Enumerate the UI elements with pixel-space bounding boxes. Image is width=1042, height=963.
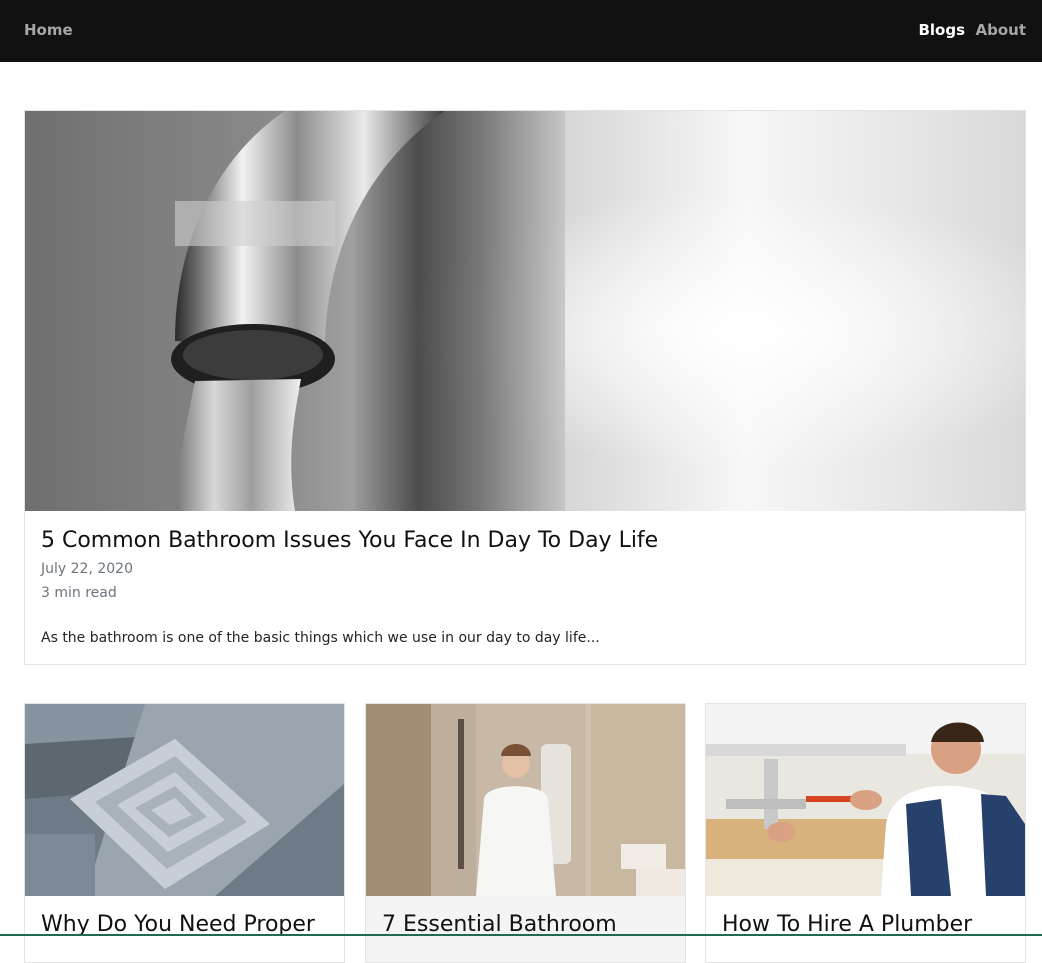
featured-faucet-image[interactable] [25,111,1025,511]
featured-post-date: July 22, 2020 [41,561,133,577]
plumber-illustration [706,704,1025,896]
air-vent-illustration [25,704,344,896]
faucet-photo-illustration [25,111,1025,511]
featured-post-excerpt: As the bathroom is one of the basic thin… [41,630,600,646]
nav-home-link[interactable]: Home [24,20,73,40]
featured-post-read-time: 3 min read [41,585,117,601]
post-card-plumber[interactable]: How To Hire A Plumber [705,703,1026,963]
post-card-essentials[interactable]: 7 Essential Bathroom [365,703,686,963]
nav-about-link[interactable]: About [975,20,1026,40]
ventilation-image[interactable] [25,704,344,896]
bathroom-scene-illustration [366,704,685,896]
featured-post-title[interactable]: 5 Common Bathroom Issues You Face In Day… [41,527,658,555]
top-navbar: Home Blogs About [0,0,1042,62]
post-card-ventilation[interactable]: Why Do You Need Proper [24,703,345,963]
nav-blogs-link[interactable]: Blogs [918,20,965,40]
bathroom-woman-image[interactable] [366,704,685,896]
plumber-image[interactable] [706,704,1025,896]
featured-post-card[interactable]: 5 Common Bathroom Issues You Face In Day… [24,110,1026,665]
